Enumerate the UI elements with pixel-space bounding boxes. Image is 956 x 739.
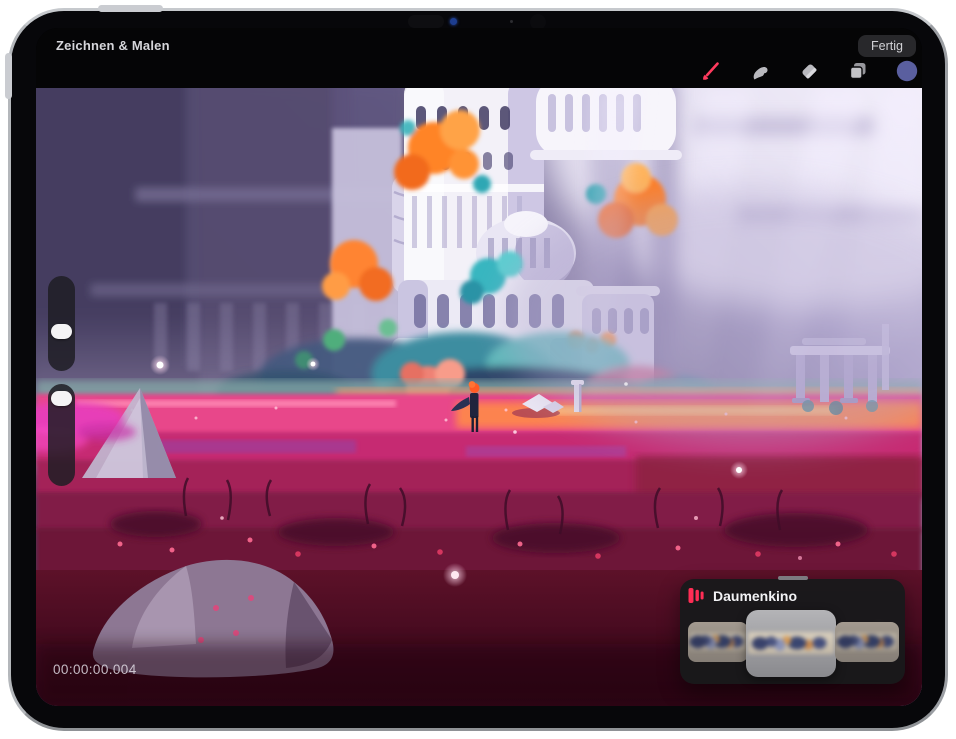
flipbook-panel: Daumenkino xyxy=(680,579,905,684)
flipbook-header: Daumenkino xyxy=(688,587,797,604)
drag-handle[interactable] xyxy=(778,576,808,580)
front-camera-icon xyxy=(450,18,457,25)
ipad-device-frame: Zeichnen & Malen Fertig xyxy=(8,8,948,731)
top-toolbar: Zeichnen & Malen Fertig xyxy=(36,28,922,88)
color-swatch-icon xyxy=(896,60,918,82)
smudge-icon xyxy=(749,60,771,82)
power-button xyxy=(98,5,163,12)
ambient-sensor-icon xyxy=(510,20,513,23)
volume-button xyxy=(5,53,12,99)
eraser-tool-button[interactable] xyxy=(798,60,820,82)
flipbook-title: Daumenkino xyxy=(713,588,797,604)
brush-opacity-slider[interactable] xyxy=(48,384,75,486)
brush-opacity-slider-handle[interactable] xyxy=(51,391,72,406)
frame-thumbnail-selected[interactable] xyxy=(746,610,836,677)
frame-preview-image xyxy=(748,632,834,654)
tool-row xyxy=(700,60,918,82)
frame-preview-image xyxy=(690,633,746,650)
smudge-tool-button[interactable] xyxy=(749,60,771,82)
brush-size-slider-handle[interactable] xyxy=(51,324,72,339)
frame-thumbnail[interactable] xyxy=(835,622,899,662)
timecode-label: 00:00:00.004 xyxy=(53,662,137,677)
color-swatch-button[interactable] xyxy=(896,60,918,82)
document-title: Zeichnen & Malen xyxy=(56,38,170,53)
brush-tool-button[interactable] xyxy=(700,60,722,82)
done-button[interactable]: Fertig xyxy=(858,35,916,57)
brush-size-slider[interactable] xyxy=(48,276,75,371)
layers-button[interactable] xyxy=(847,60,869,82)
screenshot-root: Zeichnen & Malen Fertig xyxy=(0,0,956,739)
frame-preview-image xyxy=(837,633,897,650)
eraser-icon xyxy=(798,60,820,82)
flipbook-icon xyxy=(688,587,704,604)
camera-module xyxy=(408,15,444,28)
frame-thumbnail[interactable] xyxy=(688,622,748,662)
brush-icon xyxy=(700,60,722,82)
layers-icon xyxy=(847,60,869,82)
ipad-screen: Zeichnen & Malen Fertig xyxy=(36,28,922,706)
